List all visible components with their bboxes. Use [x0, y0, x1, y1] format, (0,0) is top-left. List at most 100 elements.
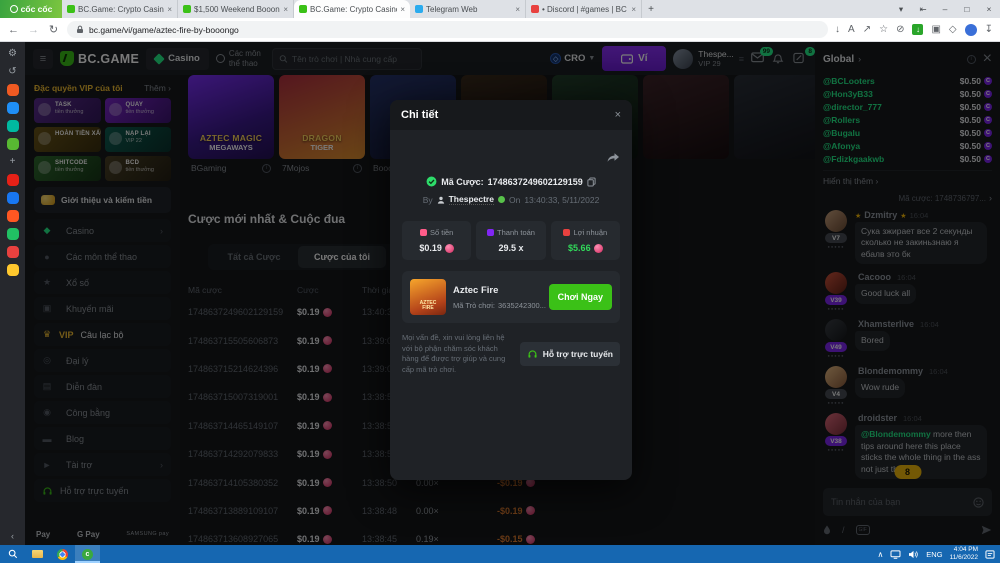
tab-search-icon[interactable]: ▾: [890, 4, 912, 15]
windows-taskbar: c ∧ ENG 4:04 PM 11/6/2022: [0, 545, 1000, 563]
dock-app-icon[interactable]: [7, 246, 19, 258]
play-now-button[interactable]: Chơi Ngay: [549, 284, 612, 310]
stat-box: Số tiền $0.19: [402, 221, 471, 260]
player-name[interactable]: Thespectre: [449, 194, 494, 205]
new-tab-button[interactable]: +: [642, 0, 660, 18]
coin-icon: [445, 244, 454, 253]
brand-label: cốc cốc: [21, 4, 53, 14]
close-button[interactable]: ×: [978, 4, 1000, 14]
browser-tab[interactable]: BC.Game: Crypto Casino Gan ×: [62, 0, 178, 18]
translate-icon[interactable]: A: [848, 24, 855, 35]
forward-button[interactable]: →: [27, 24, 40, 36]
downloads-icon[interactable]: ↧: [985, 24, 993, 35]
dock-collapse-icon[interactable]: ‹: [11, 531, 14, 541]
dock-app-icon[interactable]: ⚙: [7, 48, 19, 60]
browser-tab-bar: cốc cốc BC.Game: Crypto Casino Gan × $1,…: [0, 0, 1000, 18]
browser-tab[interactable]: • Discord | #games | BC G ×: [526, 0, 642, 18]
minimize-button[interactable]: –: [934, 4, 956, 14]
dock-app-icon[interactable]: [7, 192, 19, 204]
coccoc-icon: c: [82, 549, 93, 560]
side-panel-icon[interactable]: ⇤: [912, 4, 934, 15]
live-support-button[interactable]: Hỗ trợ trực tuyến: [520, 342, 620, 366]
game-thumbnail[interactable]: AZTECFIRE: [410, 279, 446, 315]
browser-tab[interactable]: $1,500 Weekend Booongo M ×: [178, 0, 294, 18]
browser-side-dock: ⚙ ↺ +: [0, 42, 25, 545]
tab-close-icon[interactable]: ×: [515, 5, 520, 14]
tab-favicon: [67, 5, 75, 13]
dock-app-icon[interactable]: [7, 138, 19, 150]
game-id-value: 3635242300...: [498, 301, 546, 310]
folder-icon: [32, 550, 43, 558]
share-icon[interactable]: ↗: [863, 24, 871, 35]
browser-tab[interactable]: Telegram Web ×: [410, 0, 526, 18]
lock-icon: [76, 25, 84, 34]
toolbar-icons: ↓ A ↗ ☆ ⊘ ↓ ▣ ◇ ↧: [835, 24, 993, 36]
language-indicator[interactable]: ENG: [926, 550, 942, 559]
taskbar-file-explorer[interactable]: [25, 545, 50, 563]
back-button[interactable]: ←: [7, 24, 20, 36]
refresh-button[interactable]: ↻: [47, 23, 60, 36]
copy-icon[interactable]: [587, 177, 596, 187]
game-id-label: Mã Trò chơi:: [453, 301, 495, 310]
on-label: On: [509, 195, 520, 205]
tab-close-icon[interactable]: ×: [631, 5, 636, 14]
save-page-icon[interactable]: ↓: [835, 24, 840, 35]
dock-app-icon[interactable]: [7, 120, 19, 132]
address-bar[interactable]: bc.game/vi/game/aztec-fire-by-booongo: [67, 21, 828, 38]
game-card: AZTECFIRE Aztec Fire Mã Trò chơi: 363524…: [402, 271, 620, 323]
coccoc-brand[interactable]: cốc cốc: [0, 0, 62, 18]
headset-icon: [527, 349, 538, 359]
tray-expand-icon[interactable]: ∧: [877, 550, 883, 559]
stat-box: Lợi nhuận $5.66: [551, 221, 620, 260]
tab-title: Telegram Web: [426, 5, 512, 14]
extension-icon[interactable]: ◇: [949, 24, 957, 35]
bcgame-site: ≡ BC.GAME Casino Các môn thể thao ◇CRO▼ …: [25, 42, 1000, 545]
tab-title: BC.Game: Crypto Casino Gan: [310, 5, 397, 14]
tab-close-icon[interactable]: ×: [400, 5, 405, 14]
bet-details-modal: Chi tiết × Mã Cược: 1748637249602129159 …: [390, 100, 632, 480]
extension-icon[interactable]: ▣: [931, 24, 940, 35]
frog-emoji: [498, 196, 505, 203]
tab-title: • Discord | #games | BC G: [542, 5, 628, 14]
by-label: By: [423, 195, 433, 205]
game-name: Aztec Fire: [453, 285, 542, 296]
dock-app-icon[interactable]: [7, 264, 19, 276]
dock-app-icon[interactable]: [7, 228, 19, 240]
tab-title: BC.Game: Crypto Casino Gan: [78, 5, 164, 14]
taskbar-coccoc[interactable]: c: [75, 545, 100, 563]
bet-stats: Số tiền $0.19 Thanh toán 29.5 x Lợi nhuậ…: [402, 221, 620, 260]
browser-profile-avatar[interactable]: [965, 24, 977, 36]
tab-favicon: [299, 5, 307, 13]
bet-id-label: Mã Cược:: [441, 177, 483, 187]
tab-favicon: [531, 5, 539, 13]
dock-app-icon[interactable]: +: [7, 156, 19, 168]
tab-close-icon[interactable]: ×: [167, 5, 172, 14]
notification-center-icon[interactable]: [985, 550, 995, 559]
tab-favicon: [415, 5, 423, 13]
dock-app-icon[interactable]: ↺: [7, 66, 19, 78]
screen: cốc cốc BC.Game: Crypto Casino Gan × $1,…: [0, 0, 1000, 563]
system-tray: ∧ ENG 4:04 PM 11/6/2022: [877, 545, 1000, 563]
bookmark-star-icon[interactable]: ☆: [879, 24, 888, 35]
close-icon[interactable]: ×: [615, 109, 621, 121]
volume-icon[interactable]: [908, 550, 919, 559]
share-icon[interactable]: [606, 152, 620, 164]
taskbar-chrome[interactable]: [50, 545, 75, 563]
taskbar-clock[interactable]: 4:04 PM 11/6/2022: [950, 546, 978, 562]
maximize-button[interactable]: □: [956, 4, 978, 14]
network-icon[interactable]: [890, 550, 901, 559]
verified-icon: [426, 176, 437, 187]
dock-app-icon[interactable]: [7, 210, 19, 222]
dock-app-icon[interactable]: [7, 84, 19, 96]
tab-favicon: [183, 5, 191, 13]
adblock-shield-icon[interactable]: ⊘: [896, 24, 904, 35]
modal-title: Chi tiết: [401, 109, 438, 121]
dock-app-icon[interactable]: [7, 102, 19, 114]
browser-tab[interactable]: BC.Game: Crypto Casino Gan ×: [294, 0, 410, 18]
tab-close-icon[interactable]: ×: [283, 5, 288, 14]
person-icon: [437, 196, 445, 204]
dock-app-icon[interactable]: [7, 174, 19, 186]
coccoc-logo-icon: [10, 5, 18, 13]
taskbar-search-button[interactable]: [0, 545, 25, 563]
downloader-extension-icon[interactable]: ↓: [912, 24, 923, 35]
